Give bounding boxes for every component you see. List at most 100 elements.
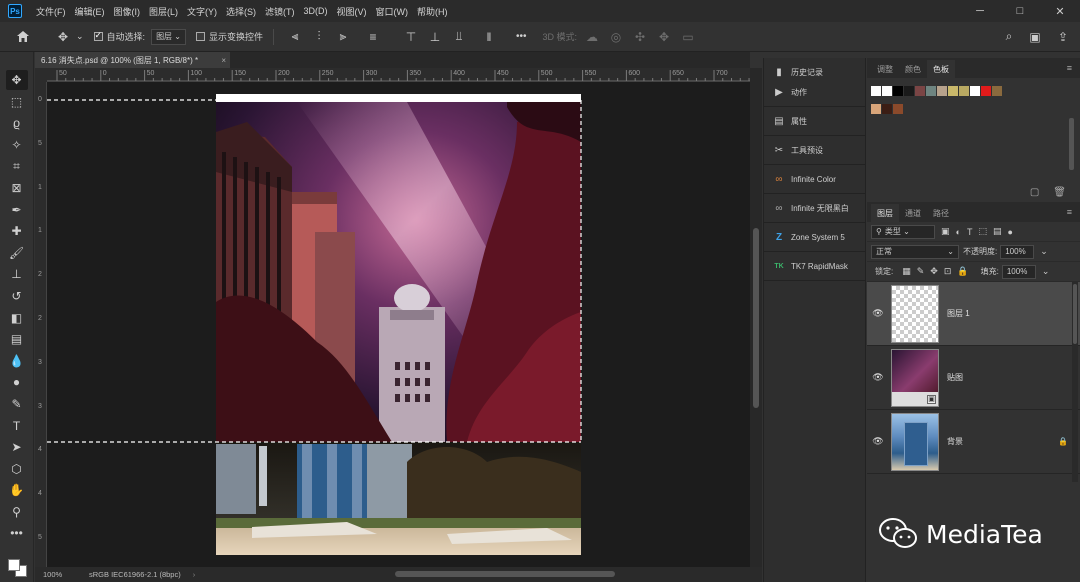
path-selection-tool-icon[interactable]: ➤ [6, 437, 28, 457]
gradient-tool-icon[interactable]: ▤ [6, 329, 28, 349]
frame-tool-icon[interactable]: ⊠ [6, 178, 28, 198]
distribute-icon[interactable]: ≡ [364, 28, 382, 46]
lock-image-icon[interactable]: ✎ [917, 266, 925, 277]
menu-type[interactable]: 文字(Y) [187, 5, 217, 18]
row2-swatch-2[interactable] [893, 104, 903, 114]
swatches-scrollbar[interactable] [1069, 118, 1074, 170]
dock-infinite-color[interactable]: ∞ Infinite Color [764, 169, 865, 189]
lock-all-icon[interactable]: 🔒 [957, 266, 968, 277]
menu-image[interactable]: 图像(I) [114, 5, 141, 18]
row1-swatch-7[interactable] [948, 86, 958, 96]
dock-zone-system[interactable]: Z Zone System 5 [764, 227, 865, 247]
history-brush-tool-icon[interactable]: ↺ [6, 286, 28, 306]
3d-camera-icon[interactable]: ▭ [679, 28, 697, 46]
filter-smart-object-icon[interactable]: ▤ [993, 226, 1002, 237]
visibility-eye-icon[interactable]: 👁 [867, 372, 889, 383]
align-bottom-icon[interactable]: ⫫ [450, 28, 468, 46]
align-top-icon[interactable]: ⊤ [402, 28, 420, 46]
align-right-icon[interactable]: ⫸ [334, 28, 352, 46]
marquee-tool-icon[interactable]: ⬚ [6, 92, 28, 112]
row1-swatch-10[interactable] [981, 86, 991, 96]
crop-tool-icon[interactable]: ⌗ [6, 156, 28, 176]
more-options-button[interactable]: ••• [516, 31, 527, 42]
horizontal-scroll-thumb[interactable] [395, 571, 615, 577]
3d-slide-icon[interactable]: ✥ [655, 28, 673, 46]
magic-wand-tool-icon[interactable]: ✧ [6, 135, 28, 155]
lasso-tool-icon[interactable]: ϱ [6, 113, 28, 133]
show-transform-checkbox[interactable] [196, 32, 205, 41]
dock-tool-presets[interactable]: ✂ 工具预设 [764, 140, 865, 160]
filter-pixel-icon[interactable]: ▣ [941, 226, 950, 237]
tab-swatches[interactable]: 色板 [927, 60, 955, 78]
layer-row-background[interactable]: 👁 背景 🔒 [867, 410, 1080, 474]
maximize-button[interactable]: □ [1000, 0, 1040, 22]
layers-scrollbar[interactable] [1072, 282, 1078, 482]
foreground-color-swatch[interactable] [7, 559, 20, 572]
blend-mode-select[interactable]: 正常 ⌄ [871, 244, 959, 259]
eraser-tool-icon[interactable]: ◧ [6, 308, 28, 328]
tab-color[interactable]: 颜色 [899, 60, 927, 78]
home-icon[interactable] [14, 28, 32, 46]
move-tool-preset-icon[interactable]: ✥ [54, 28, 72, 46]
lock-artboard-icon[interactable]: ⊡ [944, 266, 952, 277]
lock-position-icon[interactable]: ✥ [930, 266, 938, 277]
menu-layer[interactable]: 图层(L) [149, 5, 178, 18]
dock-tk7[interactable]: TK TK7 RapidMask [764, 256, 865, 276]
filter-toggle-icon[interactable]: ● [1007, 227, 1012, 237]
vertical-scroll-thumb[interactable] [753, 228, 759, 408]
minimize-button[interactable]: ─ [960, 0, 1000, 22]
document-tab[interactable]: 6.16 消失点.psd @ 100% (图层 1, RGB/8*) * × [35, 52, 230, 68]
tab-adjustments[interactable]: 调整 [871, 60, 899, 78]
row1-swatch-1[interactable] [882, 86, 892, 96]
layer-filter-select[interactable]: ⚲ 类型 ⌄ [871, 224, 935, 239]
align-center-icon[interactable]: ⫶ [310, 28, 328, 46]
row1-swatch-4[interactable] [915, 86, 925, 96]
horizontal-scrollbar[interactable] [245, 570, 745, 578]
delete-swatch-icon[interactable]: 🗑 [1053, 187, 1066, 198]
tab-channels[interactable]: 通道 [899, 204, 927, 222]
menu-view[interactable]: 视图(V) [337, 5, 367, 18]
filter-shape-icon[interactable]: ⬚ [978, 226, 987, 237]
dock-history[interactable]: ▮ 历史记录 [764, 62, 865, 82]
layer-name[interactable]: 背景 [947, 436, 963, 447]
auto-select-target-select[interactable]: 图层 ⌄ [151, 28, 186, 45]
3d-roll-icon[interactable]: ◎ [607, 28, 625, 46]
eyedropper-tool-icon[interactable]: ✒ [6, 200, 28, 220]
row1-swatch-11[interactable] [992, 86, 1002, 96]
layers-panel-menu-icon[interactable]: ≡ [1067, 207, 1072, 217]
hand-tool-icon[interactable]: ✋ [6, 480, 28, 500]
menu-3d[interactable]: 3D(D) [304, 6, 328, 16]
document-canvas[interactable] [47, 82, 750, 567]
layer-name[interactable]: 图层 1 [947, 308, 970, 319]
visibility-eye-icon[interactable]: 👁 [867, 436, 889, 447]
type-tool-icon[interactable]: T [6, 416, 28, 436]
row2-swatch-0[interactable] [871, 104, 881, 114]
shape-tool-icon[interactable]: ⬡ [6, 459, 28, 479]
visibility-eye-icon[interactable]: 👁 [867, 308, 889, 319]
row1-swatch-3[interactable] [904, 86, 914, 96]
brush-tool-icon[interactable]: 🖌 [6, 243, 28, 263]
menu-filter[interactable]: 滤镜(T) [265, 5, 295, 18]
close-tab-icon[interactable]: × [221, 56, 226, 65]
menu-help[interactable]: 帮助(H) [417, 5, 448, 18]
row1-swatch-8[interactable] [959, 86, 969, 96]
search-icon[interactable]: ⌕ [1000, 28, 1018, 46]
pen-tool-icon[interactable]: ✎ [6, 394, 28, 414]
opacity-input[interactable]: 100% [1000, 244, 1035, 259]
share-icon[interactable]: ⇪ [1054, 28, 1072, 46]
fill-input[interactable]: 100% [1001, 264, 1036, 279]
3d-orbit-icon[interactable]: ☁ [583, 28, 601, 46]
auto-select-checkbox[interactable] [93, 30, 103, 41]
workspace-icon[interactable]: ▣ [1026, 28, 1044, 46]
layer-row-layer1[interactable]: 👁 图层 1 [867, 282, 1080, 346]
vertical-scrollbar[interactable] [750, 68, 762, 567]
dock-infinite-bw[interactable]: ∞ Infinite 无限黑白 [764, 198, 865, 218]
3d-pan-icon[interactable]: ✣ [631, 28, 649, 46]
row1-swatch-9[interactable] [970, 86, 980, 96]
filter-adjustment-icon[interactable]: ◐ [956, 227, 961, 237]
menu-file[interactable]: 文件(F) [36, 5, 66, 18]
row1-swatch-5[interactable] [926, 86, 936, 96]
tab-layers[interactable]: 图层 [871, 204, 899, 222]
menu-window[interactable]: 窗口(W) [376, 5, 409, 18]
layer-name[interactable]: 贴图 [947, 372, 963, 383]
